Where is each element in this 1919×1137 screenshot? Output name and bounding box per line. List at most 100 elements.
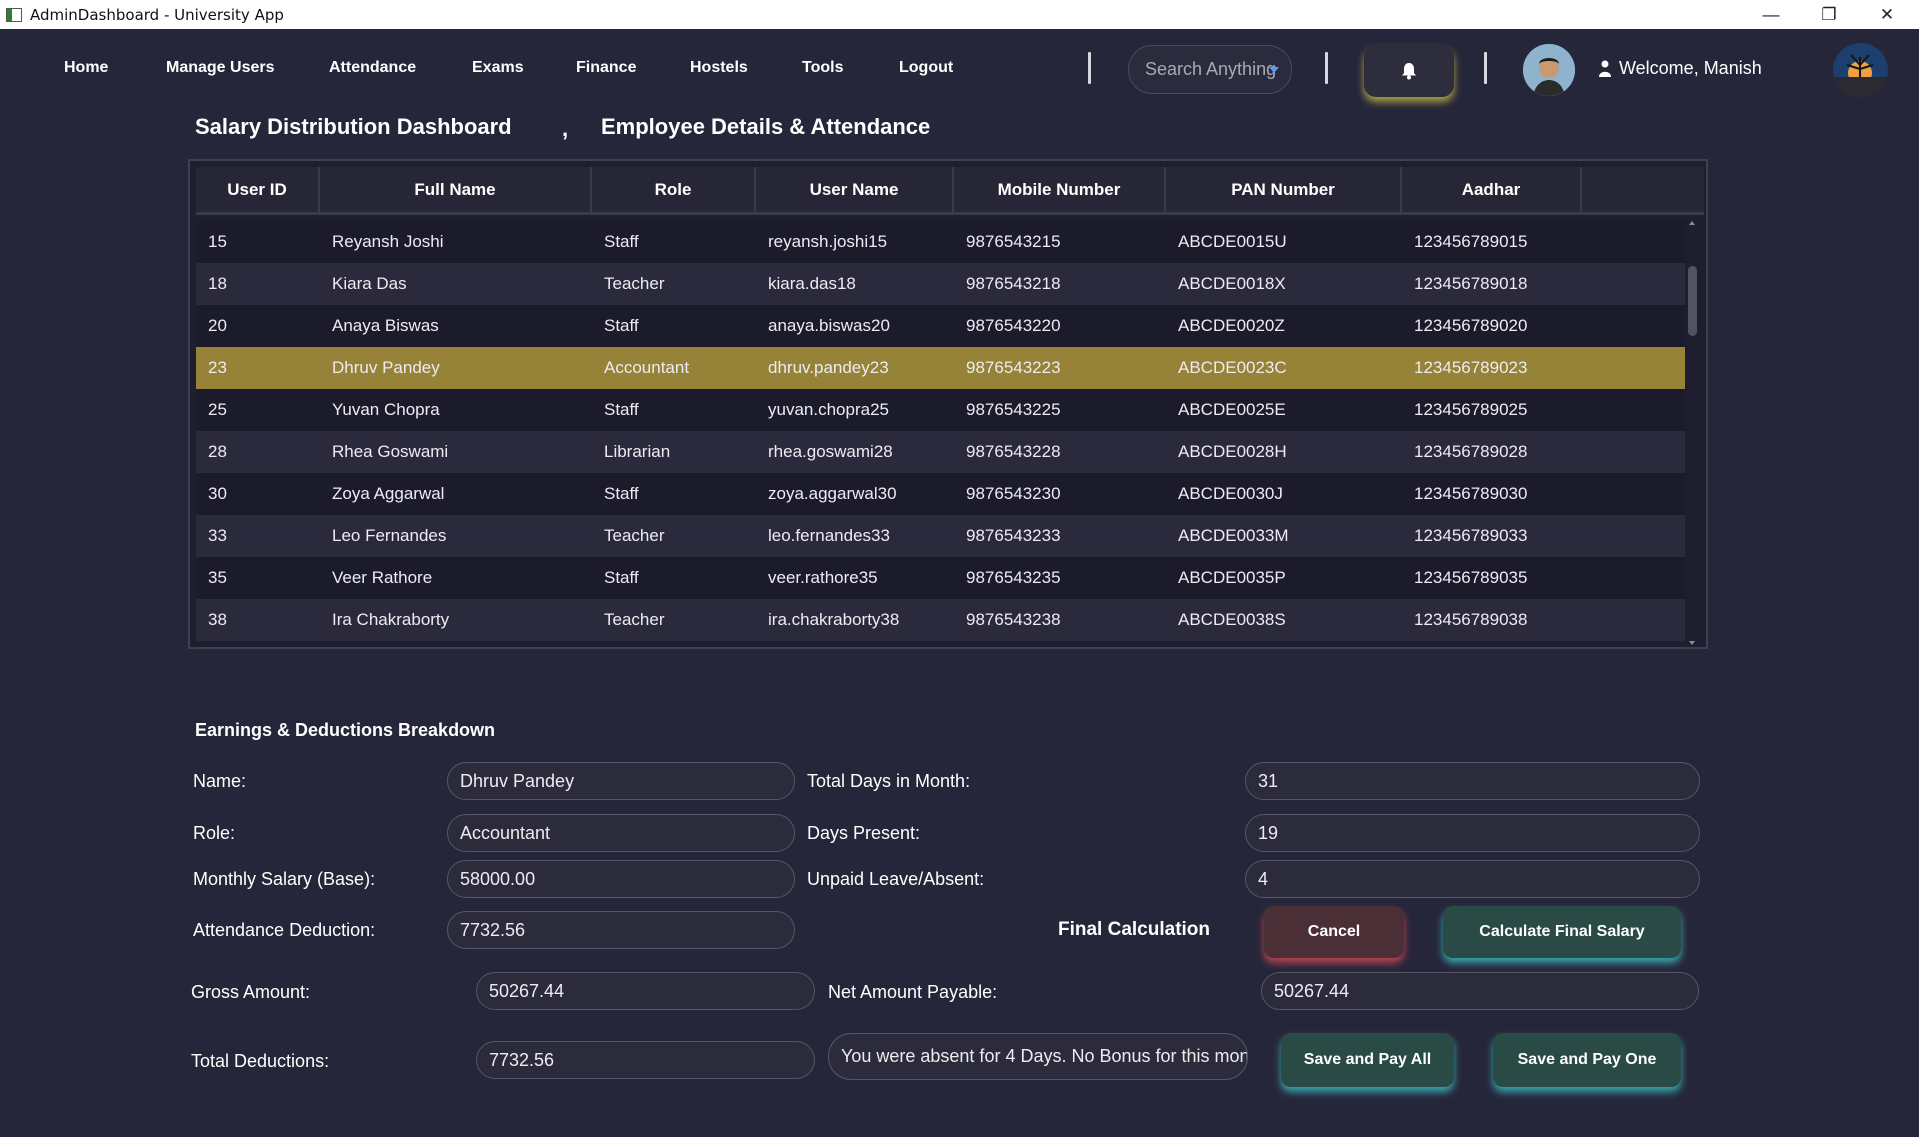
- column-header-user-name[interactable]: User Name: [756, 167, 954, 212]
- cell-full-name: Anaya Biswas: [332, 316, 439, 335]
- nav-hostels[interactable]: Hostels: [690, 59, 748, 77]
- cell-role: Accountant: [604, 358, 690, 377]
- column-header-full-name[interactable]: Full Name: [320, 167, 592, 212]
- role-field[interactable]: Accountant: [447, 814, 795, 852]
- cell-pan-number: ABCDE0035P: [1178, 568, 1286, 587]
- cell-user-name: reyansh.joshi15: [768, 232, 888, 251]
- scroll-down-icon[interactable]: [1689, 641, 1695, 645]
- chevron-down-icon[interactable]: [1269, 67, 1279, 73]
- cancel-button[interactable]: Cancel: [1264, 906, 1404, 958]
- cell-pan-number: ABCDE0015U: [1178, 232, 1287, 251]
- user-avatar-photo: [1523, 44, 1575, 96]
- cell-full-name: Rhea Goswami: [332, 442, 449, 461]
- base-salary-field[interactable]: 58000.00: [447, 860, 795, 898]
- table-row[interactable]: 38 Ira Chakraborty Teacher ira.chakraborty3…: [196, 599, 1685, 641]
- gross-amount-label: Gross Amount:: [191, 982, 311, 1002]
- table-row[interactable]: 20 Anaya Biswas Staff anaya.biswas20 9876543…: [196, 305, 1685, 347]
- role-label: Role:: [193, 823, 236, 843]
- cell-mobile-number: 9876543218: [966, 274, 1061, 293]
- cell-aadhar: 123456789028: [1414, 442, 1528, 461]
- days-present-field[interactable]: 19: [1245, 814, 1700, 852]
- cell-mobile-number: 9876543233: [966, 526, 1061, 545]
- column-header-user-id[interactable]: User ID: [196, 167, 320, 212]
- column-header-aadhar[interactable]: Aadhar: [1402, 167, 1582, 212]
- attendance-deduction-field[interactable]: 7732.56: [447, 911, 795, 949]
- nav-finance[interactable]: Finance: [576, 59, 636, 77]
- net-payable-field[interactable]: 50267.44: [1261, 972, 1699, 1010]
- employee-table: User ID Full Name Role User Name Mobile Numb…: [188, 159, 1708, 649]
- total-days-label: Total Days in Month:: [807, 771, 971, 791]
- welcome-text: Welcome, Manish: [1619, 58, 1762, 78]
- name-field[interactable]: Dhruv Pandey: [447, 762, 795, 800]
- table-scrollbar[interactable]: [1685, 221, 1701, 645]
- calculate-salary-button[interactable]: Calculate Final Salary: [1443, 906, 1681, 958]
- user-avatar[interactable]: [1523, 44, 1575, 96]
- column-header-mobile-number[interactable]: Mobile Number: [954, 167, 1166, 212]
- nav-tools[interactable]: Tools: [802, 59, 843, 77]
- table-row[interactable]: 35 Veer Rathore Staff veer.rathore35 9876543…: [196, 557, 1685, 599]
- details-title: Employee Details & Attendance: [601, 114, 931, 139]
- breakdown-title: Earnings & Deductions Breakdown: [195, 720, 496, 740]
- cell-user-id: 20: [208, 316, 227, 335]
- cell-mobile-number: 9876543238: [966, 610, 1061, 629]
- cell-pan-number: ABCDE0033M: [1178, 526, 1289, 545]
- table-row[interactable]: 28 Rhea Goswami Librarian rhea.goswami28 987…: [196, 431, 1685, 473]
- profile-avatar[interactable]: [1833, 43, 1888, 98]
- table-row[interactable]: 15 Reyansh Joshi Staff reyansh.joshi15 98765…: [196, 221, 1685, 263]
- cell-mobile-number: 9876543228: [966, 442, 1061, 461]
- table-row[interactable]: 18 Kiara Das Teacher kiara.das18 9876543218 A…: [196, 263, 1685, 305]
- table-row-selected[interactable]: 23 Dhruv Pandey Accountant dhruv.pandey23 98…: [196, 347, 1685, 389]
- gross-amount-field[interactable]: 50267.44: [476, 972, 815, 1010]
- save-pay-all-button[interactable]: Save and Pay All: [1281, 1033, 1454, 1087]
- remark-field[interactable]: You were absent for 4 Days. No Bonus for…: [828, 1033, 1248, 1080]
- notifications-button[interactable]: [1364, 45, 1454, 97]
- cell-user-name: rhea.goswami28: [768, 442, 893, 461]
- close-button[interactable]: ✕: [1858, 0, 1916, 29]
- nav-home[interactable]: Home: [64, 59, 108, 77]
- nav-exams[interactable]: Exams: [472, 59, 524, 77]
- dashboard-title: Salary Distribution Dashboard: [195, 114, 512, 139]
- column-header-role[interactable]: Role: [592, 167, 756, 212]
- column-header-pan-number[interactable]: PAN Number: [1166, 167, 1402, 212]
- minimize-button[interactable]: —: [1742, 0, 1800, 29]
- total-deductions-label: Total Deductions:: [191, 1051, 330, 1071]
- cell-pan-number: ABCDE0038S: [1178, 610, 1286, 629]
- restore-button[interactable]: ❐: [1800, 0, 1858, 29]
- cell-role: Staff: [604, 316, 639, 335]
- cell-full-name: Leo Fernandes: [332, 526, 447, 545]
- window-titlebar: AdminDashboard - University App — ❐ ✕: [0, 0, 1919, 29]
- cell-full-name: Zoya Aggarwal: [332, 484, 445, 503]
- nav-divider: [1088, 52, 1091, 84]
- attendance-deduction-label: Attendance Deduction:: [193, 920, 376, 940]
- cell-aadhar: 123456789020: [1414, 316, 1528, 335]
- bell-icon: [1402, 63, 1416, 80]
- table-row[interactable]: 30 Zoya Aggarwal Staff zoya.aggarwal30 98765…: [196, 473, 1685, 515]
- table-body: 15 Reyansh Joshi Staff reyansh.joshi15 98765…: [196, 221, 1685, 641]
- total-days-field[interactable]: 31: [1245, 762, 1700, 800]
- total-deductions-field[interactable]: 7732.56: [476, 1041, 815, 1079]
- cell-aadhar: 123456789033: [1414, 526, 1528, 545]
- table-row[interactable]: 33 Leo Fernandes Teacher leo.fernandes33 987…: [196, 515, 1685, 557]
- nav-logout[interactable]: Logout: [899, 59, 953, 77]
- cell-role: Teacher: [604, 526, 665, 545]
- cell-mobile-number: 9876543230: [966, 484, 1061, 503]
- cell-user-name: veer.rathore35: [768, 568, 878, 587]
- search-input[interactable]: Search Anything: [1128, 45, 1292, 94]
- cell-user-id: 23: [208, 358, 227, 377]
- days-present-label: Days Present:: [807, 823, 921, 843]
- table-row[interactable]: 25 Yuvan Chopra Staff yuvan.chopra25 9876543…: [196, 389, 1685, 431]
- cell-role: Staff: [604, 568, 639, 587]
- cell-user-name: kiara.das18: [768, 274, 856, 293]
- save-pay-one-button[interactable]: Save and Pay One: [1493, 1033, 1681, 1087]
- unpaid-leave-field[interactable]: 4: [1245, 860, 1700, 898]
- scroll-up-icon[interactable]: [1689, 221, 1695, 225]
- nav-manage-users[interactable]: Manage Users: [166, 59, 275, 77]
- person-icon: [1599, 60, 1611, 77]
- cell-role: Teacher: [604, 274, 665, 293]
- cell-user-id: 25: [208, 400, 227, 419]
- nav-attendance[interactable]: Attendance: [329, 59, 416, 77]
- column-header-filler: [1582, 167, 1704, 212]
- scrollbar-thumb[interactable]: [1688, 266, 1697, 336]
- cell-user-name: yuvan.chopra25: [768, 400, 889, 419]
- cell-full-name: Reyansh Joshi: [332, 232, 444, 251]
